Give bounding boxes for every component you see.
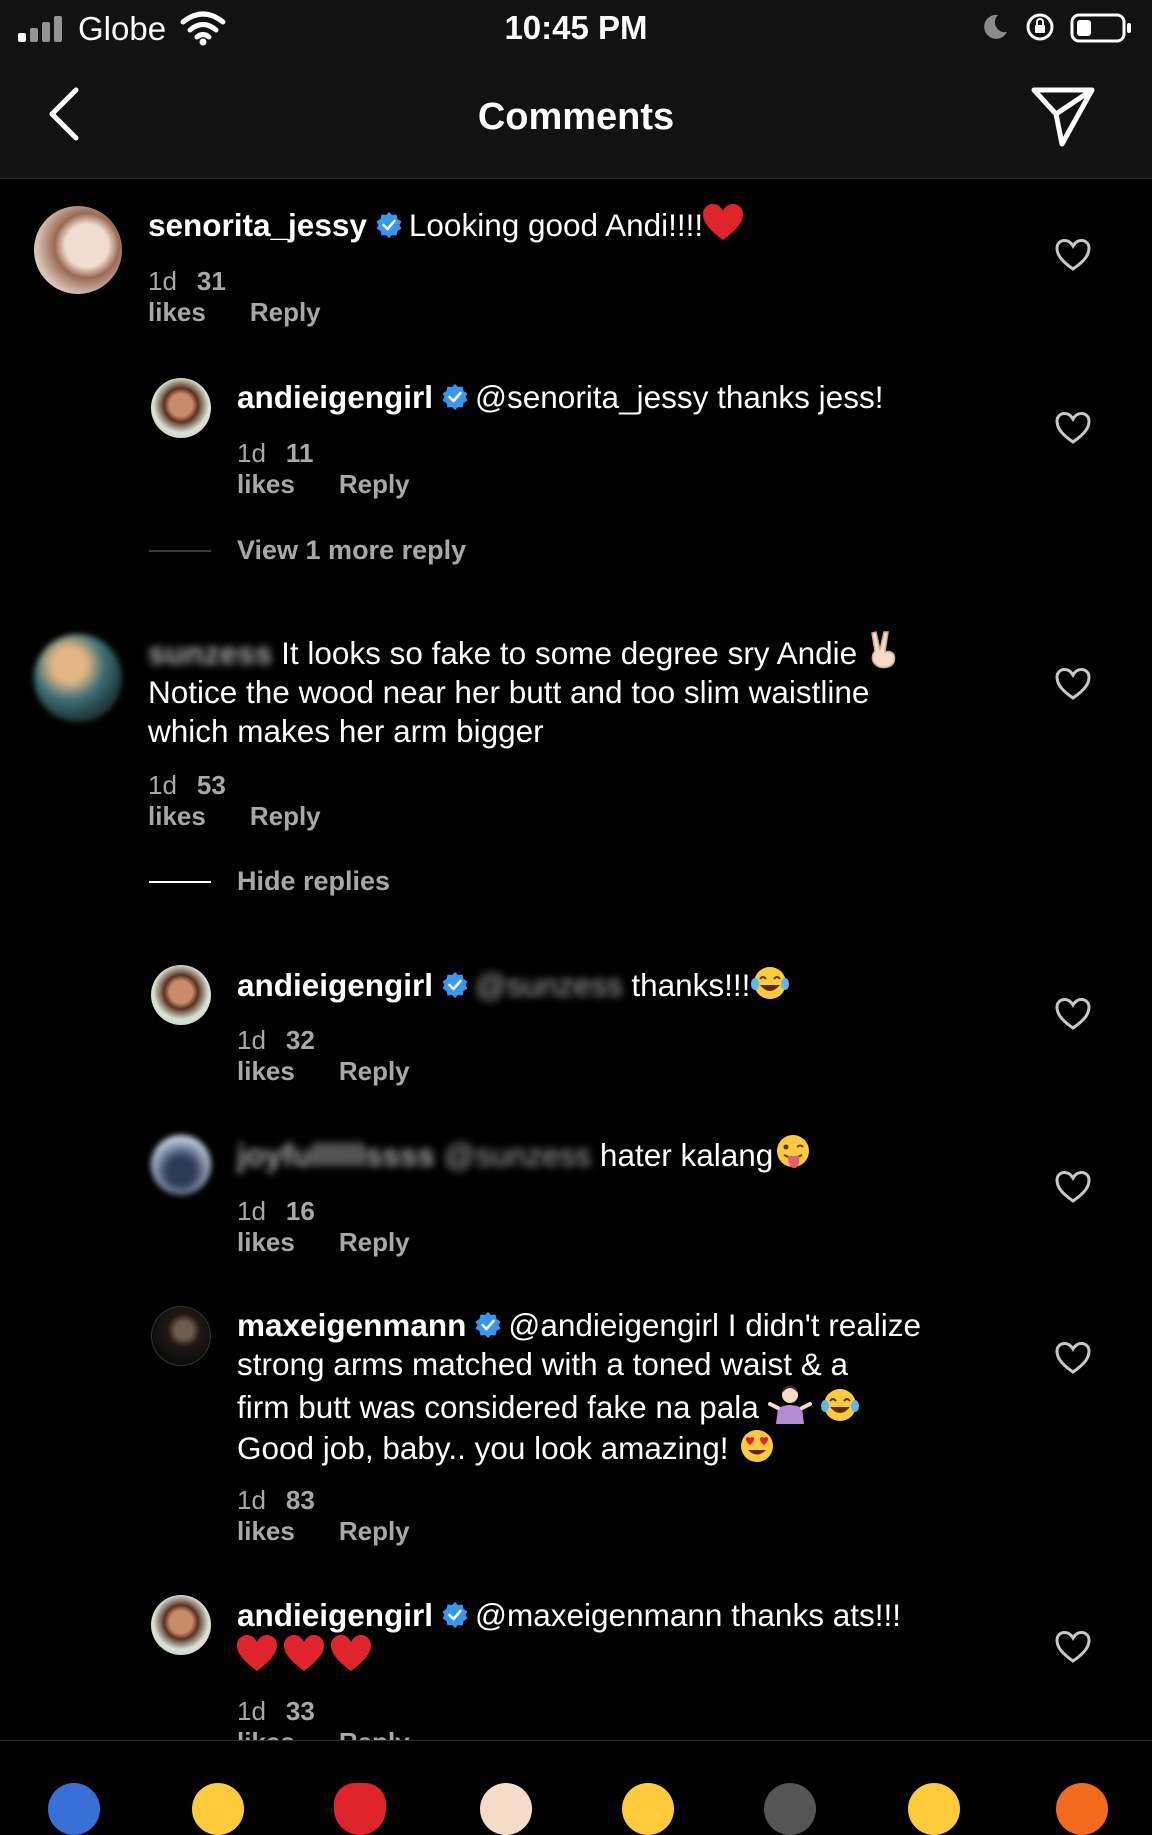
page-title: Comments [477,96,675,138]
tongue-face-emoji-icon [777,1135,810,1168]
like-heart-icon[interactable] [1054,411,1092,445]
like-heart-icon[interactable] [1054,1630,1092,1664]
comment-age: 1d [237,1696,266,1726]
avatar[interactable] [151,1306,211,1366]
user-avatar[interactable] [48,1783,100,1835]
rotation-lock-icon [1026,13,1054,41]
like-heart-icon[interactable] [1054,997,1092,1031]
like-heart-icon[interactable] [1054,667,1092,701]
comment-age: 1d [237,1196,266,1226]
reply-button[interactable]: Reply [339,469,410,499]
do-not-disturb-moon-icon [984,14,1007,39]
avatar[interactable] [151,378,211,438]
avatar[interactable] [34,634,122,722]
person-shrugging-emoji-icon [767,1385,812,1424]
comments-header: Comments [0,58,1152,179]
comment-text: It looks so fake to some degree sry Andi… [281,635,858,671]
avatar[interactable] [151,1135,211,1195]
verified-badge-icon [442,972,468,998]
comment-age: 1d [237,438,266,468]
comment-text-line-2: strong arms matched with a toned waist &… [237,1346,849,1382]
comment-username[interactable]: senorita_jessy [148,207,367,243]
view-more-replies-link[interactable]: View 1 more reply [237,535,466,566]
clap-reaction-icon[interactable] [480,1783,532,1835]
comment-text: @maxeigenmann thanks ats!!! [475,1597,901,1633]
comment-age: 1d [148,770,177,800]
three-red-hearts-emoji-icon [237,1635,371,1671]
verified-badge-icon [475,1312,501,1338]
comment-age: 1d [148,266,177,296]
comment-text-line-4: Good job, baby.. you look amazing! [237,1430,729,1466]
comment-text: thanks!!! [631,967,751,1003]
red-heart-emoji-icon [703,204,744,240]
comment-username[interactable]: sunzess [148,635,272,671]
status-bar: Globe 10:45 PM [0,0,1152,58]
comment-age: 1d [237,1485,266,1515]
hide-replies-link[interactable]: Hide replies [237,866,390,897]
verified-badge-icon [442,384,468,410]
reply-button[interactable]: Reply [339,1056,410,1086]
verified-badge-icon [376,212,402,238]
fire-reaction-icon[interactable] [1056,1783,1108,1835]
like-heart-icon[interactable] [1054,1170,1092,1204]
tears-of-joy-emoji-icon [821,1389,860,1421]
like-heart-icon[interactable] [1054,1341,1092,1375]
comment-text-line-3: which makes her arm bigger [148,713,544,749]
comment-username[interactable]: andieigengirl [237,967,433,1003]
avatar[interactable] [34,206,122,294]
emoji-reaction-icon[interactable] [622,1783,674,1835]
tears-of-joy-emoji-icon [751,967,790,999]
comment-text: hater kalang [599,1137,774,1173]
quick-reactions-bar [0,1740,1152,1835]
comment-username[interactable]: joyfullllllssss [237,1137,435,1173]
avatar[interactable] [151,965,211,1025]
comment-username[interactable]: andieigengirl [237,1597,433,1633]
reply-button[interactable]: Reply [250,297,321,327]
thread-divider [149,550,211,552]
emoji-reaction-icon[interactable] [908,1783,960,1835]
heart-eyes-emoji-icon [741,1430,774,1462]
comment-username[interactable]: maxeigenmann [237,1307,466,1343]
verified-badge-icon [442,1602,468,1628]
comment-username[interactable]: andieigengirl [237,379,433,415]
avatar[interactable] [151,1595,211,1655]
comment-text: @senorita_jessy thanks jess! [475,379,884,415]
emoji-reaction-icon[interactable] [764,1783,816,1835]
direct-share-icon[interactable] [1028,82,1098,150]
victory-hand-emoji-icon [871,631,896,669]
comment-text: @andieigengirl I didn't realize [508,1307,922,1343]
battery-icon [1070,13,1131,43]
comment-age: 1d [237,1025,266,1055]
thread-divider [149,881,211,883]
comment-text: Looking good Andi!!!! [408,207,704,243]
like-heart-icon[interactable] [1054,238,1092,272]
emoji-reaction-icon[interactable] [192,1783,244,1835]
reply-button[interactable]: Reply [339,1516,410,1546]
mention[interactable]: @sunzess [444,1137,592,1173]
reply-button[interactable]: Reply [250,801,321,831]
comment-text-line-2: Notice the wood near her butt and too sl… [148,674,870,710]
comment-text-line-3: firm butt was considered fake na pala [237,1389,759,1425]
reply-button[interactable]: Reply [339,1227,410,1257]
mention[interactable]: @sunzess [475,967,623,1003]
heart-reaction-icon[interactable] [334,1783,386,1835]
